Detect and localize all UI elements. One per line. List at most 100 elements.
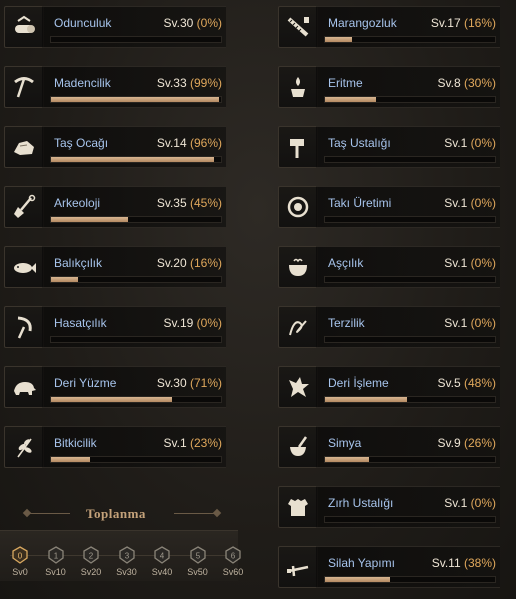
skill-panel: Madencilik Sv.33 (99%) <box>42 66 226 108</box>
skill-name: Zırh Ustalığı <box>328 496 394 510</box>
skill-row-right_skills-8[interactable]: Zırh Ustalığı Sv.1 (0%) <box>274 480 516 536</box>
skill-row-right_skills-4[interactable]: Aşçılık Sv.1 (0%) <box>274 240 516 296</box>
skill-level-percent: (96%) <box>189 136 222 150</box>
skill-level-value: Sv.30 <box>163 16 194 30</box>
skill-row-right_skills-1[interactable]: Eritme Sv.8 (30%) <box>274 60 516 116</box>
skill-panel: Balıkçılık Sv.20 (16%) <box>42 246 226 288</box>
skill-row-left_skills-1[interactable]: Madencilik Sv.33 (99%) <box>0 60 232 116</box>
skill-row-right_skills-6[interactable]: Deri İşleme Sv.5 (48%) <box>274 360 516 416</box>
tier-label: Sv30 <box>116 567 137 577</box>
skill-level: Sv.20 (16%) <box>157 256 222 270</box>
gathering-tier-track: 0 Sv0 1 Sv10 2 Sv20 3 Sv30 4 Sv40 5 Sv50 6 Sv60 <box>0 530 243 581</box>
skill-level-value: Sv.1 <box>163 436 187 450</box>
skill-level: Sv.1 (23%) <box>164 436 222 450</box>
tier-badge-icon[interactable]: 3 <box>117 545 137 565</box>
skill-panel: Eritme Sv.8 (30%) <box>316 66 500 108</box>
skill-progress-bar <box>324 576 496 583</box>
skill-level-percent: (0%) <box>470 136 496 150</box>
skill-progress-bar <box>50 276 222 283</box>
log-icon <box>4 6 44 48</box>
skill-level: Sv.33 (99%) <box>157 76 222 90</box>
tier-label: Sv10 <box>45 567 66 577</box>
skill-panel: Hasatçılık Sv.19 (0%) <box>42 306 226 348</box>
tier-badge-icon[interactable]: 2 <box>81 545 101 565</box>
skill-row-right_skills-7[interactable]: Simya Sv.9 (26%) <box>274 420 516 476</box>
skill-level-percent: (23%) <box>189 436 222 450</box>
skill-row-left_skills-6[interactable]: Deri Yüzme Sv.30 (71%) <box>0 360 232 416</box>
tier-label: Sv20 <box>80 567 102 577</box>
svg-text:4: 4 <box>160 552 165 561</box>
skill-row-left_skills-3[interactable]: Arkeoloji Sv.35 (45%) <box>0 180 232 236</box>
skill-row-left_skills-7[interactable]: Bitkicilik Sv.1 (23%) <box>0 420 232 476</box>
skill-level-value: Sv.8 <box>437 76 461 90</box>
skill-name: Simya <box>328 436 362 450</box>
skill-name: Aşçılık <box>328 256 364 270</box>
skill-level: Sv.9 (26%) <box>438 436 496 450</box>
skill-level-percent: (16%) <box>189 256 222 270</box>
armor-icon <box>278 486 318 528</box>
skill-level-value: Sv.17 <box>430 16 461 30</box>
hammer-icon <box>278 126 318 168</box>
sickle-icon <box>4 306 44 348</box>
skill-row-right_skills-2[interactable]: Taş Ustalığı Sv.1 (0%) <box>274 120 516 176</box>
svg-text:6: 6 <box>231 552 236 561</box>
tier-badge-icon[interactable]: 0 <box>10 545 30 565</box>
skill-level-percent: (16%) <box>463 16 496 30</box>
skill-level-value: Sv.1 <box>444 316 468 330</box>
skill-progress-bar <box>324 516 496 523</box>
skill-name: Deri İşleme <box>328 376 389 390</box>
skill-name: Silah Yapımı <box>328 556 395 570</box>
skill-name: Eritme <box>328 76 363 90</box>
skill-level-percent: (99%) <box>189 76 222 90</box>
skill-progress-bar <box>324 156 496 163</box>
skill-name: Taş Ustalığı <box>328 136 391 150</box>
skill-level-value: Sv.1 <box>444 136 468 150</box>
tier-badge-icon[interactable]: 5 <box>188 545 208 565</box>
skill-level-percent: (0%) <box>470 196 496 210</box>
skill-name: Odunculuk <box>54 16 112 30</box>
svg-text:2: 2 <box>89 552 94 561</box>
skill-level-percent: (0%) <box>470 496 496 510</box>
skill-name: Balıkçılık <box>54 256 103 270</box>
skill-progress-fill <box>51 97 220 102</box>
skill-level-value: Sv.1 <box>444 196 468 210</box>
skill-panel: Silah Yapımı Sv.11 (38%) <box>316 546 500 588</box>
skill-row-right_skills-0[interactable]: Marangozluk Sv.17 (16%) <box>274 0 516 56</box>
skill-progress-bar <box>324 36 496 43</box>
skill-level-value: Sv.9 <box>437 436 461 450</box>
tier-label: Sv50 <box>187 567 208 577</box>
skill-level-value: Sv.35 <box>156 196 187 210</box>
skill-panel: Taş Ustalığı Sv.1 (0%) <box>316 126 500 168</box>
skill-level: Sv.14 (96%) <box>157 136 222 150</box>
svg-text:1: 1 <box>53 552 58 561</box>
skill-row-left_skills-4[interactable]: Balıkçılık Sv.20 (16%) <box>0 240 232 296</box>
skill-progress-bar <box>324 276 496 283</box>
skill-level: Sv.1 (0%) <box>444 196 496 210</box>
skill-panel: Zırh Ustalığı Sv.1 (0%) <box>316 486 500 528</box>
skill-row-right_skills-9[interactable]: Silah Yapımı Sv.11 (38%) <box>274 540 516 596</box>
skill-name: Bitkicilik <box>54 436 97 450</box>
skill-row-left_skills-2[interactable]: Taş Ocağı Sv.14 (96%) <box>0 120 232 176</box>
skill-level: Sv.17 (16%) <box>431 16 496 30</box>
skill-level: Sv.30 (71%) <box>157 376 222 390</box>
skill-level-value: Sv.19 <box>163 316 194 330</box>
skill-panel: Taş Ocağı Sv.14 (96%) <box>42 126 226 168</box>
skill-progress-bar <box>50 396 222 403</box>
skill-name: Taş Ocağı <box>54 136 109 150</box>
skill-level-value: Sv.33 <box>156 76 187 90</box>
skill-row-right_skills-5[interactable]: Terzilik Sv.1 (0%) <box>274 300 516 356</box>
gathering-section-title: Toplanma <box>86 506 146 521</box>
skill-level: Sv.5 (48%) <box>438 376 496 390</box>
skill-row-left_skills-0[interactable]: Odunculuk Sv.30 (0%) <box>0 0 232 56</box>
skill-name: Hasatçılık <box>54 316 107 330</box>
tier-badge-icon[interactable]: 1 <box>46 545 66 565</box>
skill-name: Terzilik <box>328 316 365 330</box>
skill-row-right_skills-3[interactable]: Takı Üretimi Sv.1 (0%) <box>274 180 516 236</box>
tier-badge-icon[interactable]: 4 <box>152 545 172 565</box>
skill-progress-bar <box>50 216 222 223</box>
herb-icon <box>4 426 44 468</box>
svg-text:5: 5 <box>195 552 200 561</box>
skill-row-left_skills-5[interactable]: Hasatçılık Sv.19 (0%) <box>0 300 232 356</box>
tier-badge-icon[interactable]: 6 <box>223 545 243 565</box>
skill-progress-fill <box>325 577 390 582</box>
